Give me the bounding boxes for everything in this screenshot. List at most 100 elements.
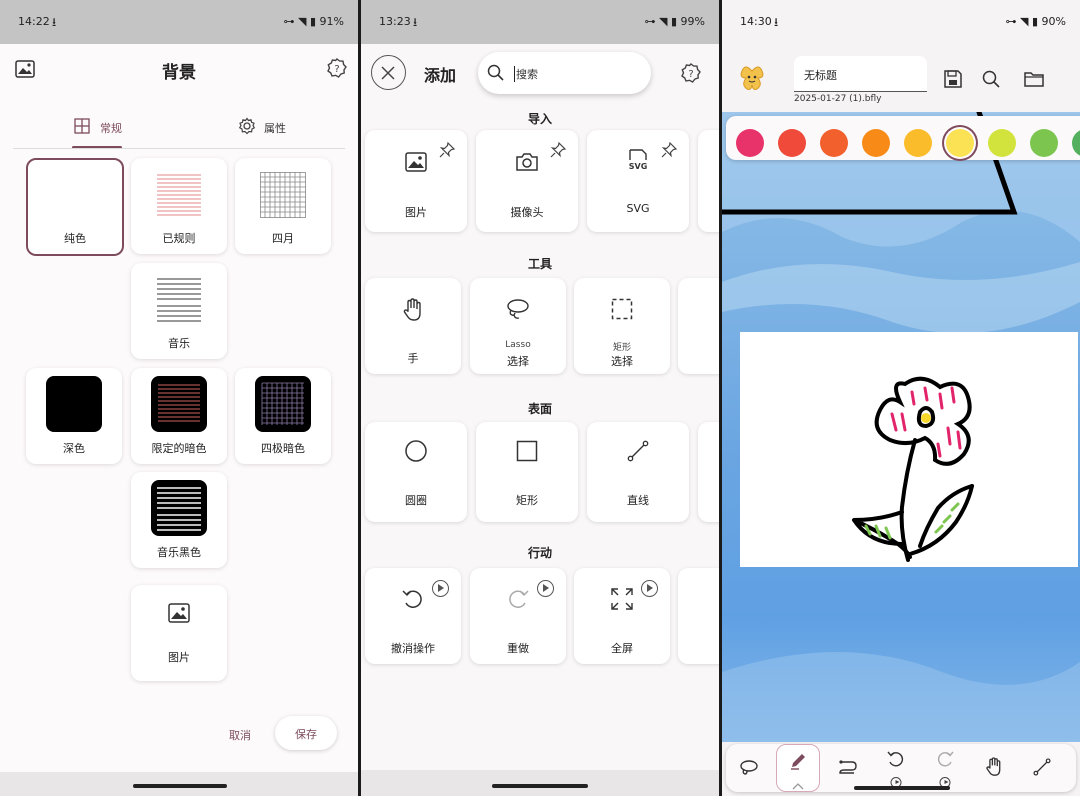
chevron-up-icon xyxy=(792,775,804,790)
undo-button[interactable] xyxy=(874,744,918,790)
help-icon[interactable]: ? xyxy=(681,63,701,83)
canvas[interactable] xyxy=(722,112,1080,742)
svg-file-icon: SVG xyxy=(625,148,651,174)
tile-grid-dark[interactable]: 四极暗色 xyxy=(235,368,331,464)
tile-label: 直线 xyxy=(627,494,649,507)
shape-line[interactable]: 直线 xyxy=(587,422,689,522)
shape-more-peek[interactable] xyxy=(698,422,719,522)
tile-dark[interactable]: 深色 xyxy=(26,368,122,464)
tab-divider xyxy=(13,148,345,149)
tile-music[interactable]: 音乐 xyxy=(131,263,227,359)
import-image[interactable]: 图片 xyxy=(365,130,467,232)
lasso-tool-button[interactable] xyxy=(726,744,770,790)
action-fullscreen[interactable]: 全屏 xyxy=(574,568,670,664)
folder-icon[interactable] xyxy=(1024,71,1044,87)
tile-label: 音乐黑色 xyxy=(157,546,201,559)
tile-music-dark[interactable]: 音乐黑色 xyxy=(131,472,227,568)
ruled-dark-icon xyxy=(151,376,207,432)
tile-label: 限定的暗色 xyxy=(151,442,207,455)
line-icon xyxy=(1033,758,1051,776)
staff-lines-icon xyxy=(157,277,201,323)
help-icon[interactable]: ? xyxy=(327,58,347,78)
rectangle-icon xyxy=(516,440,538,462)
flower-sketch xyxy=(852,376,974,562)
undo-icon xyxy=(886,750,906,768)
color-swatch[interactable] xyxy=(946,129,974,157)
tile-ruled[interactable]: 已规则 xyxy=(131,158,227,254)
import-camera[interactable]: 摄像头 xyxy=(476,130,578,232)
tile-label: 选择 xyxy=(507,355,529,368)
import-svg[interactable]: SVG SVG xyxy=(587,130,689,232)
hand-icon xyxy=(402,298,424,322)
save-icon[interactable] xyxy=(944,70,962,88)
undo-icon xyxy=(401,588,425,610)
tile-label: 摄像头 xyxy=(510,206,544,219)
curve-tool-button[interactable] xyxy=(826,744,870,790)
image-icon xyxy=(168,603,190,623)
status-bar: 14:22 ⭳ ⊶ ◥ ▮ 91% xyxy=(0,0,358,44)
hand-tool-button[interactable] xyxy=(972,744,1016,790)
color-swatch[interactable] xyxy=(904,129,932,157)
grid-dark-icon xyxy=(255,376,311,432)
search-icon[interactable] xyxy=(982,70,1000,88)
tool-hand[interactable]: 手 xyxy=(365,278,461,374)
color-palette xyxy=(726,116,1080,160)
tile-solid[interactable]: 纯色 xyxy=(26,158,124,256)
tab-properties[interactable]: 属性 xyxy=(235,110,325,150)
tile-label: 四极暗色 xyxy=(261,442,305,455)
redo-button[interactable] xyxy=(923,744,967,790)
tile-label: 深色 xyxy=(63,442,85,455)
color-swatch[interactable] xyxy=(988,129,1016,157)
search-box[interactable]: 搜索 xyxy=(478,52,651,94)
color-swatch[interactable] xyxy=(820,129,848,157)
color-swatch[interactable] xyxy=(1030,129,1058,157)
color-swatch[interactable] xyxy=(778,129,806,157)
tile-ruled-dark[interactable]: 限定的暗色 xyxy=(131,368,227,464)
tile-image[interactable]: 图片 xyxy=(131,585,227,681)
canvas-panel: 14:30 ⭳ ⊶ ◥ ▮ 90% 无标题 2025-01-27 (1).bfl… xyxy=(722,0,1080,796)
tile-grid[interactable]: 四月 xyxy=(235,158,331,254)
color-swatch[interactable] xyxy=(862,129,890,157)
action-undo[interactable]: 撤消操作 xyxy=(365,568,461,664)
tile-label: 手 xyxy=(407,352,419,365)
tool-rect-select[interactable]: 矩形 选择 xyxy=(574,278,670,374)
color-swatch[interactable] xyxy=(1072,129,1080,157)
drawing-paper[interactable] xyxy=(740,332,1078,567)
import-more-peek[interactable] xyxy=(698,130,719,232)
pin-icon[interactable] xyxy=(661,141,678,162)
doc-title: 无标题 xyxy=(804,69,837,82)
background-panel: 14:22 ⭳ ⊶ ◥ ▮ 91% 背景 ? 常规 属性 纯色 已规则 四月 音… xyxy=(0,0,358,796)
circle-icon xyxy=(405,440,427,462)
shape-circle[interactable]: 圆圈 xyxy=(365,422,467,522)
tile-label: SVG xyxy=(626,202,650,215)
action-more-peek[interactable] xyxy=(678,568,719,664)
tile-label: 音乐 xyxy=(168,337,190,350)
play-icon[interactable] xyxy=(641,580,658,597)
tile-label-line1: 矩形 xyxy=(612,343,631,353)
action-redo[interactable]: 重做 xyxy=(470,568,566,664)
download-icon: ⭳ xyxy=(52,15,57,29)
section-title-actions: 行动 xyxy=(527,546,552,560)
lasso-icon xyxy=(505,298,531,320)
play-icon[interactable] xyxy=(537,580,554,597)
close-button[interactable] xyxy=(371,55,406,90)
tool-lasso[interactable]: Lasso 选择 xyxy=(470,278,566,374)
tab-general[interactable]: 常规 xyxy=(60,110,150,150)
line-tool-button[interactable] xyxy=(1020,744,1064,790)
tile-label: 矩形 xyxy=(516,494,538,507)
tile-label: 圆圈 xyxy=(405,494,427,507)
pen-tool-button[interactable] xyxy=(776,744,820,792)
cancel-button[interactable]: 取消 xyxy=(229,727,251,743)
pin-icon[interactable] xyxy=(439,141,456,162)
pin-icon[interactable] xyxy=(550,141,567,162)
panel-title: 添加 xyxy=(424,66,457,85)
app-logo-icon[interactable] xyxy=(737,63,767,93)
status-bar: 13:23 ⭳ ⊶ ◥ ▮ 99% xyxy=(361,0,719,44)
color-swatch[interactable] xyxy=(736,129,764,157)
save-button[interactable]: 保存 xyxy=(275,716,337,750)
play-icon[interactable] xyxy=(432,580,449,597)
title-field[interactable]: 无标题 xyxy=(794,56,927,92)
tool-more-peek[interactable] xyxy=(678,278,719,374)
image-icon xyxy=(405,152,427,172)
shape-rectangle[interactable]: 矩形 xyxy=(476,422,578,522)
